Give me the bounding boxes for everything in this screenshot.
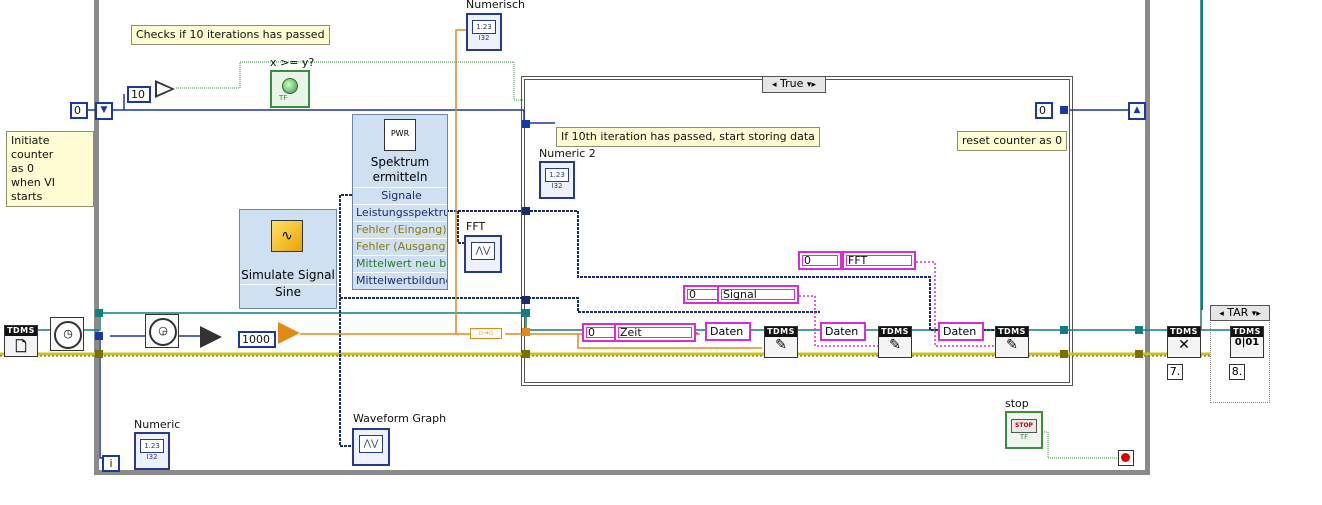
refnum-wire — [36, 0, 1230, 331]
tdms-open[interactable]: TDMS 🗋 — [4, 325, 38, 357]
stop-label: stop — [1005, 397, 1029, 410]
led-icon — [282, 78, 298, 94]
shift-register-left[interactable]: ▼ — [95, 102, 113, 120]
stop-icon: STOP — [1011, 419, 1037, 433]
block-diagram-canvas: ◂ True ▾▸ Checks if 10 iterations has pa… — [0, 0, 1322, 505]
init-counter-constant[interactable]: 0 — [70, 102, 88, 119]
reset-counter-constant[interactable]: 0 — [1035, 102, 1053, 119]
stop-button-terminal[interactable]: STOP TF — [1005, 411, 1043, 449]
spectrum-row-signale[interactable]: Signale — [353, 187, 447, 204]
simulate-signal-icon: ∿ — [271, 220, 303, 252]
fft-label: FFT — [466, 220, 486, 233]
daten-group-2[interactable]: Daten — [820, 322, 866, 341]
wait-ms-constant[interactable]: 1000 — [238, 331, 276, 348]
numeric2-label: Numeric 2 — [539, 147, 596, 160]
wait-ms-icon[interactable]: ◶ — [145, 314, 179, 348]
daten-group-3[interactable]: Daten — [938, 322, 984, 341]
fft-graph-indicator[interactable]: ⋀⋁ — [464, 235, 502, 273]
to-timestamp-node[interactable]: ▫→▫ — [470, 328, 502, 339]
comment-start-storing: If 10th iteration has passed, start stor… — [556, 127, 820, 147]
divide-node[interactable] — [278, 322, 300, 344]
tdms-close[interactable]: TDMS ✕ — [1167, 326, 1201, 358]
loop-condition-terminal[interactable] — [1118, 450, 1134, 466]
compare-label: x >= y? — [270, 56, 315, 69]
tick-count-icon[interactable]: ◷ — [50, 317, 84, 351]
spectrum-row-leistung[interactable]: Leistungsspektrum — [353, 204, 447, 221]
spectrum-row-fehler-ein[interactable]: Fehler (Eingang) — [353, 221, 447, 238]
loop-iteration-terminal: i — [102, 455, 120, 472]
waveform-graph-indicator[interactable]: ⋀⋁ — [352, 428, 390, 466]
compare-led-indicator[interactable]: TF — [270, 70, 310, 108]
numerisch-indicator[interactable]: 1.23 I32 — [466, 13, 502, 51]
wires — [0, 0, 1230, 459]
spectrum-row-fehler-aus[interactable]: Fehler (Ausgang) — [353, 238, 447, 255]
spectrum-express-vi[interactable]: PWR Spektrum ermitteln Signale Leistungs… — [352, 114, 448, 290]
shift-register-right[interactable]: ▲ — [1128, 102, 1146, 120]
tdms-write-1[interactable]: TDMS ✎ — [764, 326, 798, 358]
comment-iterations-check: Checks if 10 iterations has passed — [131, 25, 330, 45]
spectrum-row-mittelwert-neu[interactable]: Mittelwert neu b — [353, 255, 447, 272]
tdms-write-2[interactable]: TDMS ✎ — [878, 326, 912, 358]
fft-channel-name[interactable]: FFT — [842, 251, 916, 270]
greater-or-equal-node-inner — [157, 83, 171, 95]
tar-selector[interactable]: ◂ TAR ▾▸ — [1210, 305, 1270, 321]
numeric-label: Numeric — [134, 418, 181, 431]
numeric-indicator[interactable]: 1.23 I32 — [134, 432, 170, 470]
numeric2-indicator[interactable]: 1.23 I32 — [539, 161, 575, 199]
numerisch-label: Numerisch — [466, 0, 526, 11]
comment-reset-counter: reset counter as 0 — [957, 131, 1068, 151]
simulate-signal-express-vi[interactable]: ∿ Simulate Signal Sine — [239, 209, 337, 309]
simulate-signal-sine[interactable]: Sine — [240, 284, 336, 299]
tdms-write-3[interactable]: TDMS ✎ — [995, 326, 1029, 358]
signal-channel-name[interactable]: Signal — [717, 285, 799, 304]
step-7-label: 7. — [1167, 364, 1183, 380]
subtract-node[interactable] — [200, 326, 222, 348]
simulate-signal-title: Simulate Signal — [241, 268, 335, 282]
spectrum-icon: PWR — [384, 119, 416, 151]
waveform-graph-label: Waveform Graph — [353, 412, 447, 425]
zeit-channel-name[interactable]: Zeit — [614, 323, 696, 342]
stop-if-true-icon — [1121, 453, 1130, 462]
fft-index-constant[interactable]: 0 — [798, 251, 842, 270]
spectrum-title: Spektrum ermitteln — [370, 155, 430, 184]
tar-selector-value: TAR — [1227, 306, 1249, 319]
iterations-constant[interactable]: 10 — [127, 86, 151, 103]
spectrum-row-mittelwertbildung[interactable]: Mittelwertbildung — [353, 272, 447, 289]
comment-initiate-counter: Initiate counter as 0 when VI starts — [6, 131, 94, 207]
daten-group-1[interactable]: Daten — [705, 322, 751, 341]
